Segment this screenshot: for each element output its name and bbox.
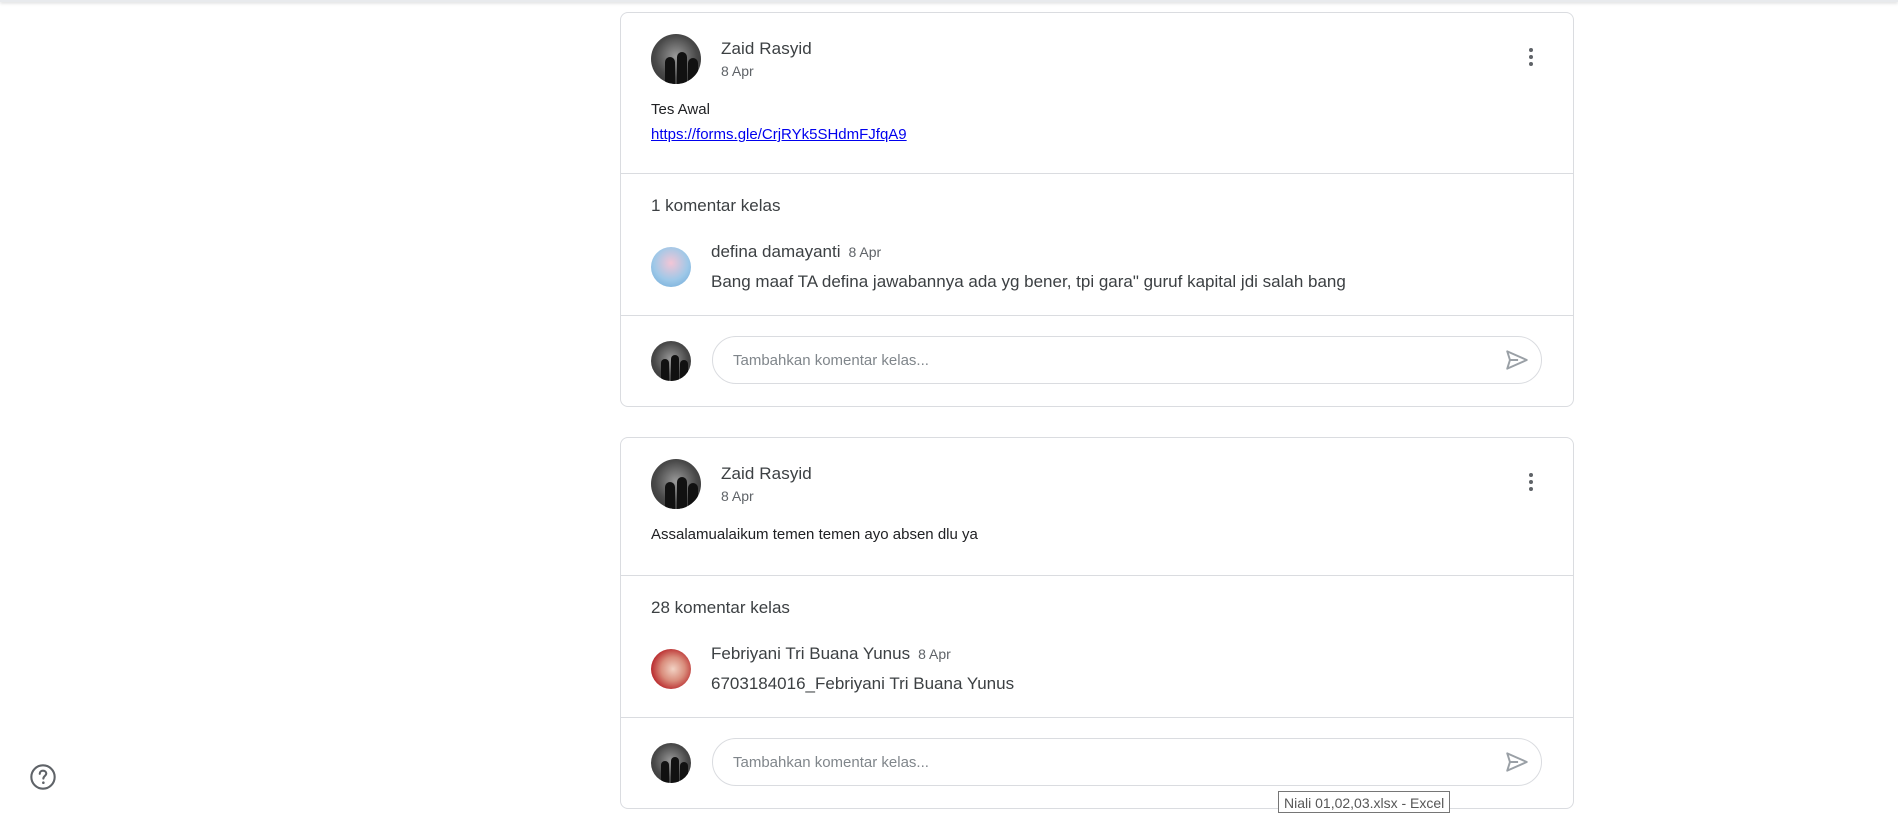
help-icon[interactable] — [29, 763, 57, 791]
author-avatar[interactable] — [651, 34, 701, 84]
comment-date: 8 Apr — [848, 244, 882, 260]
post-date: 8 Apr — [721, 488, 754, 504]
comments-count-link[interactable]: 1 komentar kelas — [651, 196, 780, 216]
more-vert-icon[interactable] — [1519, 470, 1543, 494]
post-card: Zaid Rasyid 8 Apr Tes Awal https://forms… — [620, 12, 1574, 407]
current-user-avatar — [651, 743, 691, 783]
more-vert-icon[interactable] — [1519, 45, 1543, 69]
add-comment-row — [621, 316, 1573, 406]
commenter-avatar — [651, 247, 691, 287]
comment-date: 8 Apr — [918, 646, 951, 662]
comments-count-link[interactable]: 28 komentar kelas — [651, 598, 790, 618]
comment-author: Febriyani Tri Buana Yunus 8 Apr — [711, 644, 951, 664]
post-date: 8 Apr — [721, 63, 754, 79]
post-card: Zaid Rasyid 8 Apr Assalamualaikum temen … — [620, 437, 1574, 809]
post-body: Assalamualaikum temen temen ayo absen dl… — [651, 522, 978, 547]
send-icon[interactable] — [1504, 749, 1530, 775]
top-divider — [0, 0, 1898, 2]
current-user-avatar — [651, 341, 691, 381]
post-text: Assalamualaikum temen temen ayo absen dl… — [651, 526, 978, 543]
send-icon[interactable] — [1504, 347, 1530, 373]
post-header: Zaid Rasyid 8 Apr Tes Awal https://forms… — [621, 13, 1573, 174]
post-header: Zaid Rasyid 8 Apr Assalamualaikum temen … — [621, 438, 1573, 576]
post-link[interactable]: https://forms.gle/CrjRYk5SHdmFJfqA9 — [651, 122, 907, 147]
post-text: Tes Awal — [651, 101, 710, 118]
post-body: Tes Awal https://forms.gle/CrjRYk5SHdmFJ… — [651, 97, 907, 147]
add-comment-input[interactable] — [712, 336, 1542, 384]
comment-text: Bang maaf TA defina jawabannya ada yg be… — [711, 272, 1346, 291]
comment-author-name: Febriyani Tri Buana Yunus — [711, 644, 911, 663]
author-name: Zaid Rasyid — [721, 464, 812, 483]
add-comment-input[interactable] — [712, 738, 1542, 786]
author-name: Zaid Rasyid — [721, 39, 812, 58]
commenter-avatar — [651, 649, 691, 689]
comments-section: 28 komentar kelas Febriyani Tri Buana Yu… — [621, 576, 1573, 718]
author-avatar[interactable] — [651, 459, 701, 509]
comments-section: 1 komentar kelas defina damayanti 8 Apr B… — [621, 174, 1573, 316]
comment-text: 6703184016_Febriyani Tri Buana Yunus — [711, 674, 1015, 693]
comment-author: defina damayanti 8 Apr — [711, 242, 881, 262]
taskbar-tooltip: Niali 01,02,03.xlsx - Excel — [1278, 791, 1451, 813]
comment-author-name: defina damayanti — [711, 242, 841, 261]
